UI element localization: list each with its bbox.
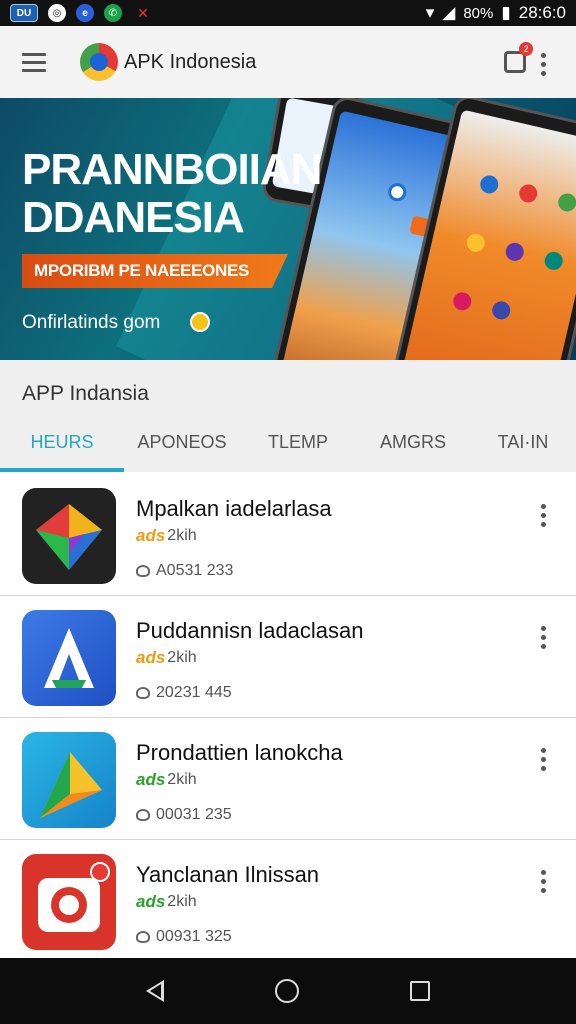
app-meta: ads 2kih bbox=[136, 770, 197, 790]
heart-icon bbox=[136, 809, 150, 821]
more-options-icon[interactable] bbox=[541, 504, 546, 527]
browser-icon: e bbox=[76, 4, 94, 22]
battery-icon: ▮ bbox=[501, 3, 511, 22]
app-name: Prondattien lanokcha bbox=[136, 740, 343, 765]
news-icon: ✕ bbox=[137, 4, 149, 21]
banner-subtitle: Onfirlatinds gom bbox=[22, 312, 161, 333]
app-bar: APK Indonesia 2 bbox=[0, 26, 576, 98]
app-badge: ads bbox=[136, 526, 166, 545]
list-item[interactable]: Prondattien lanokcha ads 2kih 00031 235 bbox=[0, 718, 576, 840]
promo-banner[interactable]: PRANNBOIIAN DDANESIA MPORIBM PE NAEEEONE… bbox=[0, 98, 576, 360]
more-options-icon[interactable] bbox=[541, 870, 546, 893]
app-count: 20231 445 bbox=[156, 684, 232, 701]
app-size: 2kih bbox=[167, 527, 197, 544]
app-meta: ads 2kih bbox=[136, 892, 197, 912]
heart-icon bbox=[136, 565, 150, 577]
screen: DU ◎ e ✆ ✕ ▾ ◢ 80% ▮ 28:6:0 APK Indonesi… bbox=[0, 0, 576, 1024]
tab-heurs[interactable]: HEURS bbox=[0, 422, 124, 472]
status-bar: DU ◎ e ✆ ✕ ▾ ◢ 80% ▮ 28:6:0 bbox=[0, 0, 576, 26]
app-name: Yanclanan Ilnissan bbox=[136, 862, 320, 887]
battery-level: 80% bbox=[463, 4, 494, 22]
app-meta: ads 2kih bbox=[136, 648, 197, 668]
app-stat: A0531 233 bbox=[136, 562, 233, 580]
home-icon[interactable] bbox=[274, 979, 299, 1003]
tab-aponeos[interactable]: APONEOS bbox=[124, 422, 240, 472]
list-item[interactable]: Yanclanan Ilnissan ads 2kih 00931 325 bbox=[0, 840, 576, 962]
notification-badge: 2 bbox=[519, 42, 533, 56]
app-list: Mpalkan iadelarlasa ads 2kih A0531 233 P… bbox=[0, 474, 576, 962]
clock: 28:6:0 bbox=[518, 3, 566, 22]
wifi-icon: ▾ bbox=[425, 3, 435, 22]
tab-tlemp[interactable]: TLEMP bbox=[240, 422, 356, 472]
notification-icon[interactable]: 2 bbox=[504, 42, 533, 73]
app-size: 2kih bbox=[167, 893, 197, 910]
app-badge: ads bbox=[136, 770, 166, 789]
category-tabs: HEURS APONEOS TLEMP AMGRS TAI·IN bbox=[0, 422, 576, 472]
app-name: Puddannisn ladaclasan bbox=[136, 618, 364, 643]
more-options-icon[interactable] bbox=[541, 748, 546, 771]
system-nav-bar bbox=[0, 958, 576, 1024]
app-name: Mpalkan iadelarlasa bbox=[136, 496, 332, 521]
du-icon: DU bbox=[10, 4, 38, 22]
recent-apps-icon[interactable] bbox=[410, 981, 431, 1001]
app-title: APK Indonesia bbox=[124, 50, 257, 73]
app-count: 00931 325 bbox=[156, 928, 232, 945]
app-stat: 00031 235 bbox=[136, 806, 232, 824]
app-badge: ads bbox=[136, 648, 166, 667]
camera-app-icon bbox=[22, 854, 116, 950]
list-item[interactable]: Puddannisn ladaclasan ads 2kih 20231 445 bbox=[0, 596, 576, 718]
app-logo bbox=[80, 43, 118, 81]
diamond-app-icon bbox=[22, 488, 116, 584]
section-title: APP Indansia bbox=[22, 382, 149, 405]
banner-title-line-2: DDANESIA bbox=[22, 193, 245, 242]
heart-icon bbox=[136, 687, 150, 699]
app-stat: 00931 325 bbox=[136, 928, 232, 946]
app-count: 00031 235 bbox=[156, 806, 232, 823]
app-size: 2kih bbox=[167, 771, 197, 788]
heart-icon bbox=[136, 931, 150, 943]
banner-emoji-icon bbox=[190, 312, 210, 332]
app-size: 2kih bbox=[167, 649, 197, 666]
hamburger-menu-icon[interactable] bbox=[22, 52, 46, 72]
signal-icon: ◢ bbox=[442, 3, 456, 22]
overflow-menu-icon[interactable] bbox=[541, 53, 546, 76]
app-badge: ads bbox=[136, 892, 166, 911]
letter-a-app-icon bbox=[22, 610, 116, 706]
camera-icon: ◎ bbox=[48, 4, 66, 22]
list-item[interactable]: Mpalkan iadelarlasa ads 2kih A0531 233 bbox=[0, 474, 576, 596]
banner-title-line-1: PRANNBOIIAN bbox=[22, 145, 322, 194]
tab-amgrs[interactable]: AMGRS bbox=[356, 422, 470, 472]
tab-tai-in[interactable]: TAI·IN bbox=[470, 422, 576, 472]
banner-title: PRANNBOIIAN DDANESIA bbox=[22, 145, 322, 242]
app-section: APP Indansia HEURS APONEOS TLEMP AMGRS T… bbox=[0, 360, 576, 472]
app-count: A0531 233 bbox=[156, 562, 234, 579]
messenger-icon: ✆ bbox=[104, 4, 122, 22]
app-meta: ads 2kih bbox=[136, 526, 197, 546]
app-stat: 20231 445 bbox=[136, 684, 232, 702]
banner-ribbon: MPORIBM PE NAEEEONES bbox=[22, 254, 288, 288]
back-icon[interactable] bbox=[145, 980, 164, 1002]
more-options-icon[interactable] bbox=[541, 626, 546, 649]
triangle-play-app-icon bbox=[22, 732, 116, 828]
